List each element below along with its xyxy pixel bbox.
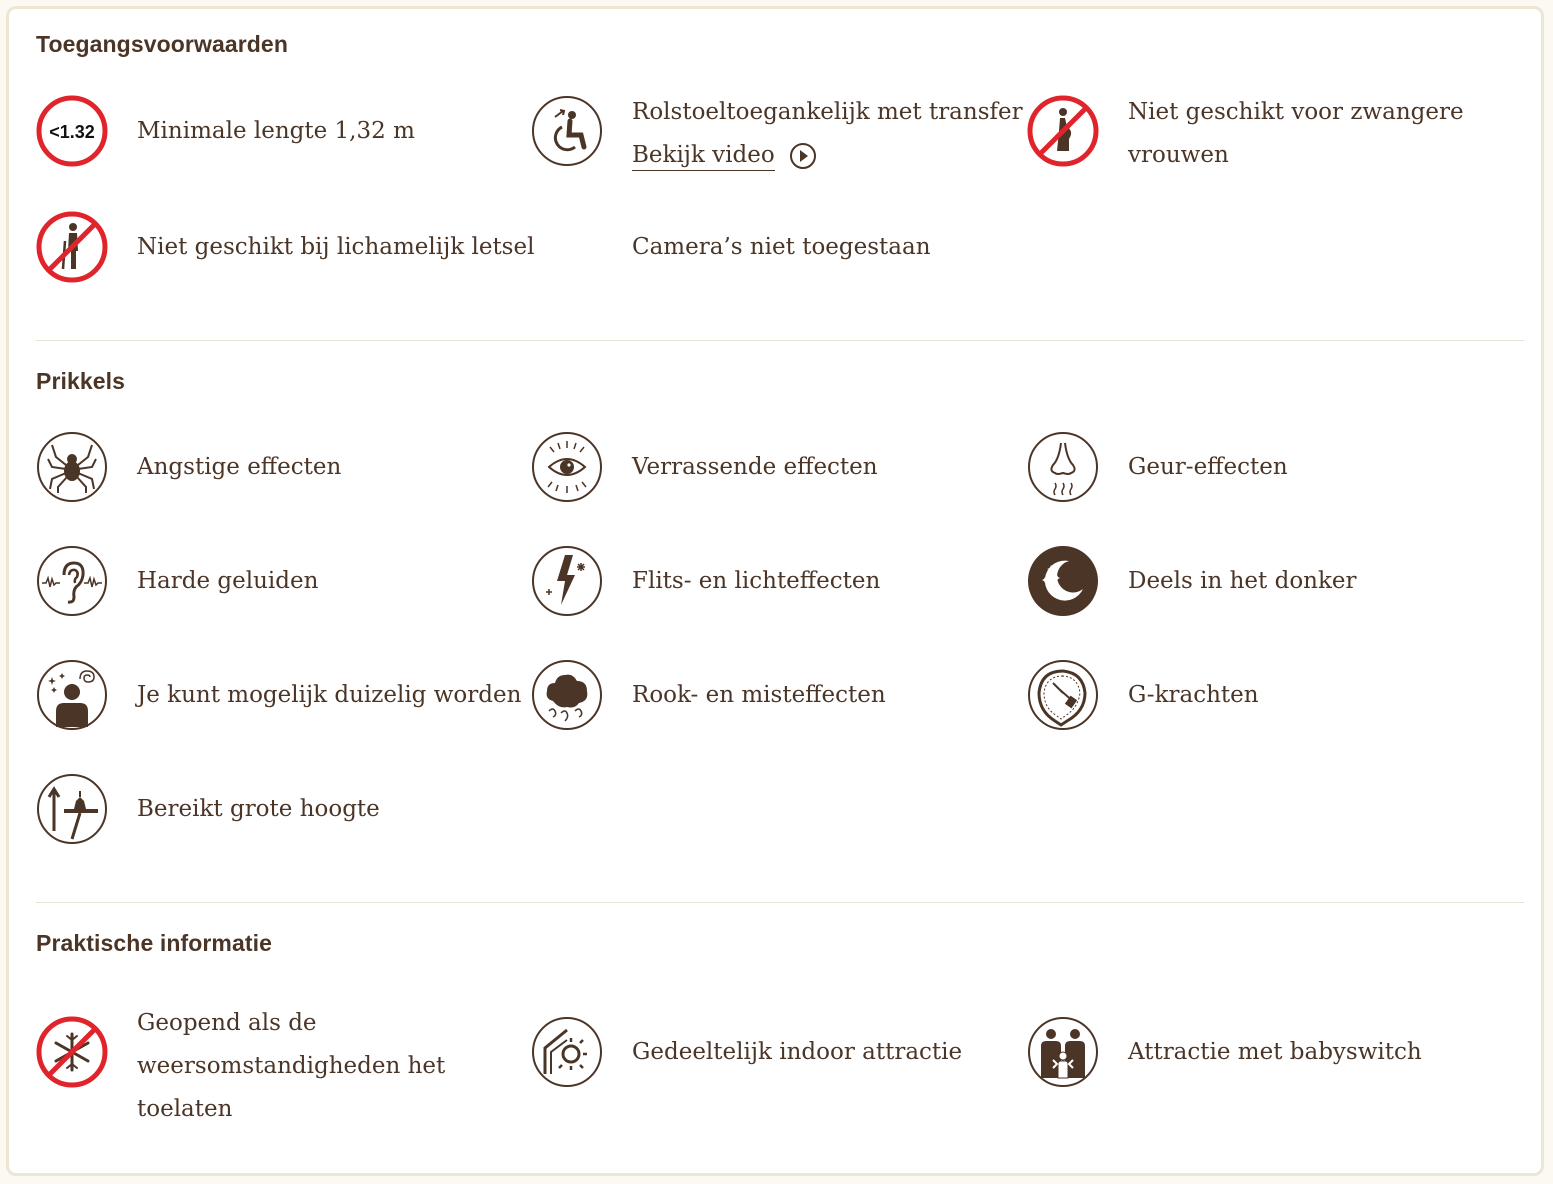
svg-text:<1.32: <1.32 [49,122,95,142]
item-label: Angstige effecten [137,454,342,480]
wheelchair-transfer-icon [531,95,603,167]
info-item-min-height: <1.32 Minimale lengte 1,32 m [36,95,506,167]
play-icon[interactable] [789,142,817,170]
section-title: Toegangsvoorwaarden [36,31,288,57]
info-item-no-injury: Niet geschikt bij lichamelijk letsel [36,211,534,283]
spider-icon [36,431,108,503]
info-item-partial-indoor: Gedeeltelijk indoor attractie [531,1016,1011,1088]
babyswitch-icon [1027,1016,1099,1088]
info-item-dark: Deels in het donker [1027,545,1507,617]
item-label: Rolstoeltoegankelijk met transfer [632,99,1023,125]
info-item-dizzy: Je kunt mogelijk duizelig worden [36,659,521,731]
section-divider [36,340,1524,341]
lightning-flash-icon [531,545,603,617]
dizzy-person-icon [36,659,108,731]
item-label: Gedeeltelijk indoor attractie [632,1039,963,1065]
item-label: Rook- en misteffecten [632,682,886,708]
item-label-line-3: toelaten [137,1096,233,1122]
item-label: Camera’s niet toegestaan [632,234,931,260]
item-label-line-1: Niet geschikt voor zwangere [1128,99,1464,125]
section-toegangsvoorwaarden: Toegangsvoorwaarden [36,31,1524,58]
info-item-scary-effects: Angstige effecten [36,431,506,503]
no-pregnant-icon [1027,95,1099,167]
info-item-g-force: G-krachten [1027,659,1507,731]
watch-video-label[interactable]: Bekijk video [632,140,775,171]
section-praktische-informatie: Praktische informatie [36,930,1524,957]
info-item-surprise-effects: Verrassende effecten [531,431,1011,503]
item-label-line-2: vrouwen [1128,142,1229,168]
item-label: Je kunt mogelijk duizelig worden [137,682,522,708]
section-divider [36,902,1524,903]
nose-smell-icon [1027,431,1099,503]
item-label: Bereikt grote hoogte [137,796,380,822]
accessibility-info-card: Toegangsvoorwaarden <1.32 Minimale lengt… [6,6,1544,1176]
no-frost-weather-icon [36,1016,108,1088]
info-item-loud-sounds: Harde geluiden [36,545,506,617]
item-label: G-krachten [1128,682,1259,708]
partial-indoor-icon [531,1016,603,1088]
section-title: Praktische informatie [36,930,273,956]
item-label: Attractie met babyswitch [1128,1039,1422,1065]
item-label: Deels in het donker [1128,568,1357,594]
info-item-smell-effects: Geur-effecten [1027,431,1507,503]
info-item-no-camera: Camera’s niet toegestaan [531,211,1011,283]
watch-video-link[interactable]: Bekijk video [632,140,817,171]
height-restriction-icon: <1.32 [36,95,108,167]
info-item-flash-effects: Flits- en lichteffecten [531,545,1011,617]
no-injury-icon [36,211,108,283]
info-item-wheelchair: Rolstoeltoegankelijk met transfer Bekijk… [531,95,1023,171]
g-force-icon [1027,659,1099,731]
item-label: Geur-effecten [1128,454,1288,480]
height-tower-icon [36,773,108,845]
info-item-no-pregnant: Niet geschikt voor zwangere vrouwen [1027,95,1507,168]
moon-dark-icon [1027,545,1099,617]
ear-sound-icon [36,545,108,617]
item-label: Niet geschikt bij lichamelijk letsel [137,234,535,260]
info-item-weather: Geopend als de weersomstandigheden het t… [36,1010,506,1122]
info-item-great-height: Bereikt grote hoogte [36,773,506,845]
smoke-mist-icon [531,659,603,731]
item-label: Minimale lengte 1,32 m [137,118,415,144]
eye-surprise-icon [531,431,603,503]
item-label: Harde geluiden [137,568,319,594]
section-prikkels: Prikkels [36,368,1524,395]
info-item-babyswitch: Attractie met babyswitch [1027,1016,1507,1088]
section-title: Prikkels [36,368,126,394]
info-item-smoke: Rook- en misteffecten [531,659,1011,731]
item-label: Verrassende effecten [632,454,878,480]
item-label-line-2: weersomstandigheden het [137,1053,446,1079]
item-label: Flits- en lichteffecten [632,568,881,594]
item-label-line-1: Geopend als de [137,1010,317,1036]
